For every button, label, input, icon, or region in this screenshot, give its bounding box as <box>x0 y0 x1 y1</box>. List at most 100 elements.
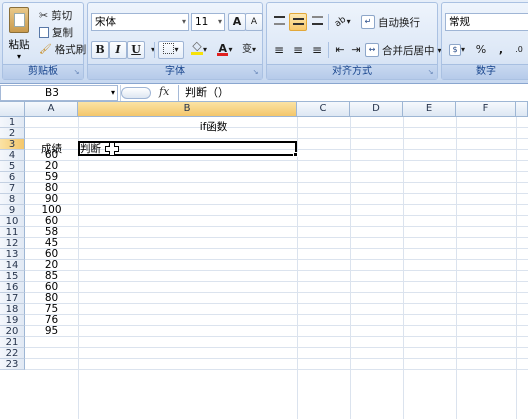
number-format-value: 常规 <box>449 16 470 28</box>
row-header[interactable]: 13 <box>0 249 25 260</box>
paste-dropdown-icon[interactable]: ▾ <box>7 52 31 61</box>
column-header-f[interactable]: F <box>456 102 516 117</box>
grid-line <box>25 193 528 194</box>
wrap-text-label: 自动换行 <box>378 16 420 29</box>
fill-color-swatch <box>190 52 203 55</box>
row-header[interactable]: 6 <box>0 172 25 183</box>
row-header[interactable]: 21 <box>0 337 25 348</box>
row-header[interactable]: 10 <box>0 216 25 227</box>
select-all-button[interactable] <box>0 102 25 117</box>
format-painter-button[interactable]: 🖌 格式刷 <box>39 40 86 58</box>
font-size-select[interactable]: 11 ▾ <box>191 13 225 31</box>
row-header[interactable]: 7 <box>0 183 25 194</box>
row-header[interactable]: 11 <box>0 227 25 238</box>
font-name-select[interactable]: 宋体 ▾ <box>91 13 189 31</box>
bold-button[interactable]: B <box>91 41 109 59</box>
orientation-icon: ab <box>333 14 349 30</box>
cut-button[interactable]: ✂ 剪切 <box>39 6 72 24</box>
align-middle-button[interactable] <box>289 13 307 31</box>
column-header-g[interactable] <box>516 102 528 117</box>
grow-font-button[interactable]: A <box>228 13 246 31</box>
wrap-text-icon: ↵ <box>361 15 375 29</box>
copy-button[interactable]: 复制 <box>39 23 73 41</box>
merge-center-icon: ↔ <box>365 43 379 57</box>
row-header[interactable]: 5 <box>0 161 25 172</box>
comma-button[interactable]: , <box>492 41 510 59</box>
grid-line <box>25 182 528 183</box>
alignment-launcher-icon[interactable]: ↘ <box>426 68 435 77</box>
accounting-format-button[interactable]: $ ▾ <box>445 41 469 59</box>
decrease-indent-icon: ⇤ <box>335 43 345 56</box>
merge-center-button[interactable]: ↔ 合并后居中 ▾ <box>365 41 442 59</box>
align-bottom-button[interactable] <box>308 13 326 31</box>
italic-button[interactable]: I <box>109 41 127 59</box>
grid-line <box>25 138 528 139</box>
row-header[interactable]: 4 <box>0 150 25 161</box>
grid-line <box>25 347 528 348</box>
fill-handle[interactable] <box>293 152 298 157</box>
align-left-icon: ≡ <box>273 43 285 57</box>
grid-line <box>403 117 404 419</box>
grid-line <box>25 259 528 260</box>
align-center-button[interactable]: ≡ <box>289 41 307 59</box>
column-header-d[interactable]: D <box>350 102 403 117</box>
paste-button[interactable]: 粘贴 ▾ <box>7 7 31 61</box>
align-top-icon <box>273 16 285 25</box>
phonetic-button[interactable]: 变▾ <box>238 41 260 59</box>
name-box[interactable]: B3 ▾ <box>0 85 118 101</box>
percent-button[interactable]: % <box>472 41 490 59</box>
wrap-text-button[interactable]: ↵ 自动换行 <box>361 13 420 31</box>
orientation-button[interactable]: ab▾ <box>331 13 355 31</box>
font-size-value: 11 <box>195 16 209 28</box>
row-header[interactable]: 16 <box>0 282 25 293</box>
border-button[interactable]: ▾ <box>158 41 184 59</box>
insert-function-icon[interactable]: fx <box>159 85 169 98</box>
row-header[interactable]: 15 <box>0 271 25 282</box>
align-right-button[interactable]: ≡ <box>308 41 326 59</box>
increase-decimal-icon: .0 <box>515 45 523 54</box>
align-top-button[interactable] <box>270 13 288 31</box>
underline-button[interactable]: U <box>127 41 145 59</box>
align-bottom-icon <box>311 16 323 25</box>
scroll-handle-icon[interactable] <box>121 87 151 99</box>
increase-indent-button[interactable]: ⇥ <box>347 41 365 59</box>
column-header-e[interactable]: E <box>403 102 456 117</box>
fill-color-button[interactable]: ▾ <box>186 41 212 59</box>
shrink-font-button[interactable]: A <box>245 13 263 31</box>
increase-decimal-button[interactable]: .0 <box>510 41 528 59</box>
column-header-b[interactable]: B <box>78 102 297 117</box>
row-header[interactable]: 1 <box>0 117 25 128</box>
row-header[interactable]: 18 <box>0 304 25 315</box>
row-header[interactable]: 22 <box>0 348 25 359</box>
font-launcher-icon[interactable]: ↘ <box>251 68 260 77</box>
clipboard-launcher-icon[interactable]: ↘ <box>72 68 81 77</box>
row-header[interactable]: 9 <box>0 205 25 216</box>
copy-label: 复制 <box>52 26 73 39</box>
row-header[interactable]: 17 <box>0 293 25 304</box>
scissors-icon: ✂ <box>39 8 49 22</box>
row-header[interactable]: 19 <box>0 315 25 326</box>
grid-line <box>25 336 528 337</box>
comma-label: , <box>498 43 504 56</box>
align-left-button[interactable]: ≡ <box>270 41 288 59</box>
row-header[interactable]: 20 <box>0 326 25 337</box>
formula-input[interactable]: 判断（） <box>178 85 528 101</box>
cell-score[interactable]: 95 <box>25 326 78 337</box>
row-header[interactable]: 2 <box>0 128 25 139</box>
row-header[interactable]: 3 <box>0 139 25 150</box>
row-header[interactable]: 14 <box>0 260 25 271</box>
row-header[interactable]: 23 <box>0 359 25 370</box>
grid-line <box>25 237 528 238</box>
clipboard-icon <box>9 7 29 33</box>
number-format-select[interactable]: 常规 <box>445 13 528 31</box>
column-header-a[interactable]: A <box>25 102 78 117</box>
font-color-button[interactable]: A ▾ <box>213 41 237 59</box>
row-header[interactable]: 8 <box>0 194 25 205</box>
phonetic-label: 变 <box>241 44 252 55</box>
row-header[interactable]: 12 <box>0 238 25 249</box>
column-header-c[interactable]: C <box>297 102 350 117</box>
divider <box>328 14 329 30</box>
chevron-down-icon[interactable]: ▾ <box>111 86 115 100</box>
cell-b1[interactable]: if函数 <box>78 122 349 133</box>
font-group: 宋体 ▾ 11 ▾ A A B I U ▾ ▾ ▾ A ▾ 变▾ 字体 ↘ <box>87 2 263 80</box>
